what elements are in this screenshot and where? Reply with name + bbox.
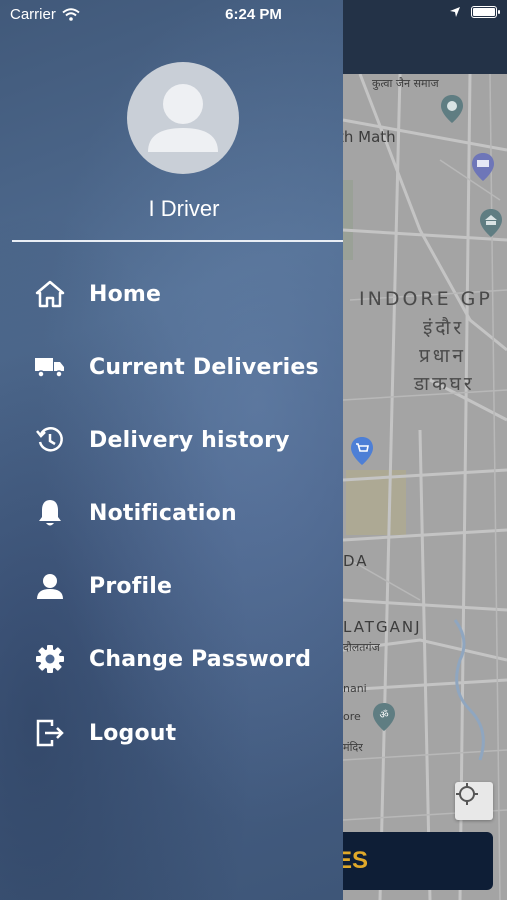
crosshair-icon bbox=[456, 783, 478, 805]
menu-item-label: Current Deliveries bbox=[89, 354, 319, 380]
map-label: ore bbox=[343, 710, 361, 723]
my-location-button[interactable] bbox=[455, 782, 493, 820]
menu-item-home[interactable]: Home bbox=[0, 264, 343, 324]
map-label: प्रधान bbox=[419, 345, 466, 367]
user-icon bbox=[34, 570, 66, 602]
menu-item-notification[interactable]: Notification bbox=[0, 483, 343, 543]
map-label: INDORE GP bbox=[359, 288, 493, 310]
shopping-pin-icon[interactable] bbox=[349, 436, 375, 466]
menu-item-logout[interactable]: Logout bbox=[0, 703, 343, 763]
map-label: कुत्वा जैन समाज bbox=[372, 77, 439, 90]
map-label: DA bbox=[343, 552, 369, 570]
avatar[interactable] bbox=[127, 62, 239, 174]
temple-pin-icon[interactable]: ॐ bbox=[371, 702, 397, 732]
map-label: इंदौर bbox=[423, 317, 465, 339]
status-bar: Carrier 6:24 PM bbox=[0, 0, 507, 28]
menu-item-label: Delivery history bbox=[89, 427, 290, 453]
menu-item-delivery-history[interactable]: Delivery history bbox=[0, 410, 343, 470]
menu-item-current-deliveries[interactable]: Current Deliveries bbox=[0, 337, 343, 397]
deliveries-button[interactable]: ES bbox=[320, 832, 493, 890]
battery-icon bbox=[471, 6, 500, 18]
map-label: LATGANJ bbox=[343, 618, 422, 636]
menu-item-profile[interactable]: Profile bbox=[0, 556, 343, 616]
truck-icon bbox=[34, 351, 66, 383]
map-label: nani bbox=[343, 682, 367, 695]
map-label: th Math bbox=[338, 128, 396, 146]
side-drawer: I Driver Home Current Deliveries Deliver… bbox=[0, 0, 343, 900]
map-label: डाकघर bbox=[414, 373, 475, 395]
map-pin-icon[interactable] bbox=[439, 94, 465, 124]
menu-item-label: Profile bbox=[89, 573, 173, 599]
divider bbox=[12, 240, 343, 242]
bank-pin-icon[interactable] bbox=[478, 208, 504, 238]
menu-item-change-password[interactable]: Change Password bbox=[0, 629, 343, 689]
gear-icon bbox=[34, 643, 66, 675]
menu-item-label: Notification bbox=[89, 500, 237, 526]
bell-icon bbox=[34, 497, 66, 529]
menu-item-label: Change Password bbox=[89, 646, 312, 672]
user-avatar-icon bbox=[148, 84, 218, 152]
menu-item-label: Logout bbox=[89, 720, 177, 746]
map-label: दौलतगंज bbox=[343, 641, 380, 654]
map-label: मंदिर bbox=[343, 741, 363, 754]
hotel-pin-icon[interactable] bbox=[470, 152, 496, 182]
home-icon bbox=[34, 278, 66, 310]
clock: 6:24 PM bbox=[225, 6, 282, 23]
history-icon bbox=[34, 424, 66, 456]
location-arrow-icon bbox=[450, 7, 460, 17]
svg-text:ॐ: ॐ bbox=[379, 709, 388, 721]
user-name: I Driver bbox=[148, 196, 220, 221]
menu-item-label: Home bbox=[89, 281, 162, 307]
logout-icon bbox=[34, 717, 66, 749]
status-icons bbox=[449, 6, 500, 18]
